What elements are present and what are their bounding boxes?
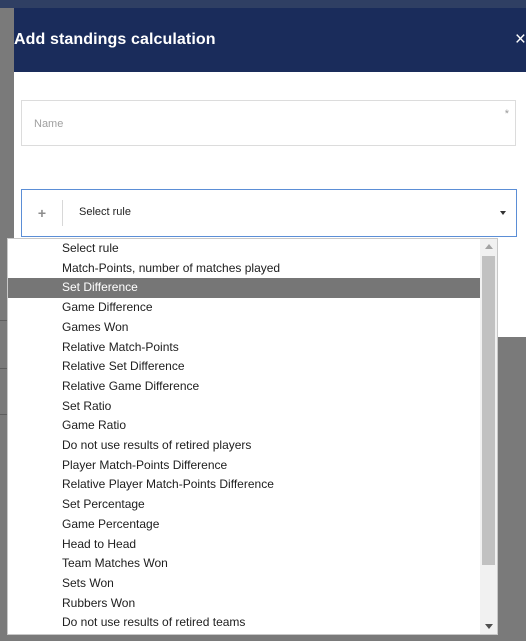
scroll-down-arrow-icon[interactable] [485,624,493,629]
dropdown-option[interactable]: Player Match-Points Difference [8,456,480,476]
close-icon: × [514,29,526,50]
required-mark: * [504,108,509,120]
close-button[interactable]: × [506,24,526,56]
dropdown-option[interactable]: Game Ratio [8,416,480,436]
dropdown-option[interactable]: Relative Set Difference [8,357,480,377]
name-field[interactable]: * [21,100,516,146]
rule-select-value: Select rule [79,206,131,218]
dropdown-option[interactable]: Select rule [8,239,480,259]
dropdown-option[interactable]: Set Percentage [8,495,480,515]
modal-header: Add standings calculation × [14,8,526,72]
dropdown-option[interactable]: Games Won [8,318,480,338]
dropdown-option[interactable]: Match-Points, number of matches played [8,259,480,279]
select-divider [62,200,63,226]
modal-title: Add standings calculation [14,31,216,48]
dropdown-option[interactable]: Do not use results of retired players [8,436,480,456]
dropdown-option[interactable]: Team Matches Won [8,554,480,574]
scroll-thumb[interactable] [482,256,495,565]
dropdown-option[interactable]: Set Difference [8,278,480,299]
dropdown-scrollbar[interactable] [480,239,497,634]
rule-dropdown-list[interactable]: Do not use results of retired teams Rubbe… [7,238,498,635]
dropdown-option[interactable]: Head to Head [8,535,480,555]
plus-icon[interactable]: + [34,204,50,222]
chevron-down-icon[interactable] [500,211,506,215]
dropdown-option[interactable]: Rubbers Won [8,594,480,614]
name-input[interactable] [34,115,474,133]
dropdown-option[interactable]: Relative Game Difference [8,377,480,397]
dropdown-option[interactable]: Relative Player Match-Points Difference [8,475,480,495]
dropdown-option[interactable]: Set Ratio [8,397,480,417]
dropdown-option[interactable]: Sets Won [8,574,480,594]
rule-select[interactable]: + Select rule [21,189,517,237]
dropdown-option[interactable]: Relative Match-Points [8,338,480,358]
dropdown-option[interactable]: Do not use results of retired teams [8,613,480,633]
backdrop-top-strip [0,0,526,8]
dropdown-option[interactable]: Game Difference [8,298,480,318]
dropdown-option[interactable]: Game Percentage [8,515,480,535]
scroll-up-arrow-icon[interactable] [485,244,493,249]
